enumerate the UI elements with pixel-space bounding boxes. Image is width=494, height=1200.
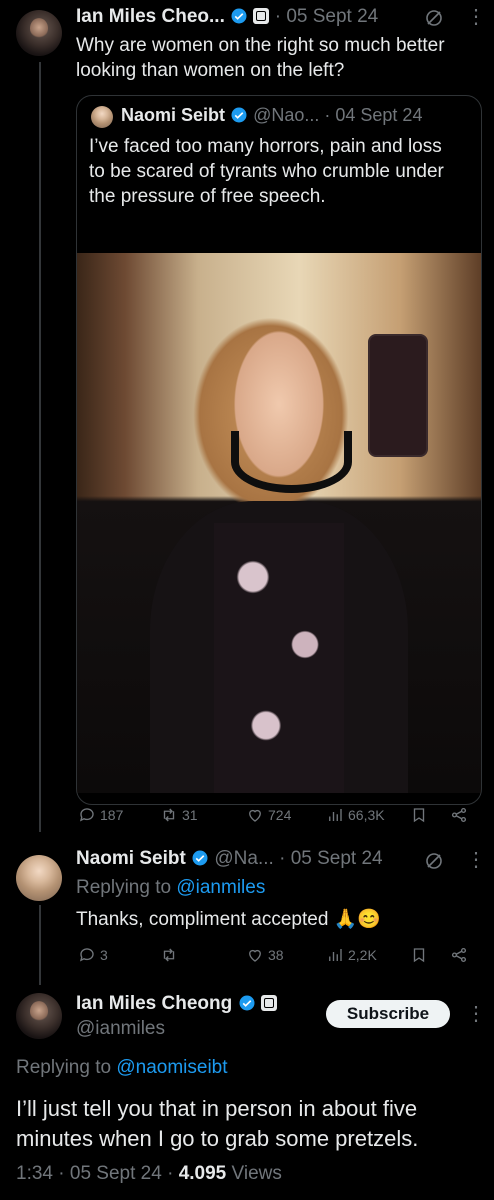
like-icon [249,809,261,822]
tweet2-header: Naomi Seibt @Na... · 05 Sept 24 [76,848,383,869]
tweet1-header: Ian Miles Cheo... · 05 Sept 24 [76,6,379,27]
views-button[interactable]: 2,2K [326,946,377,964]
quote-date: 04 Sept 24 [335,105,423,125]
tweet-text: Thanks, compliment accepted 🙏😊 [76,909,381,930]
tweet-meta: 1:34 · 05 Sept 24 · 4.095 Views [16,1163,282,1184]
author-handle[interactable]: @Na... [214,848,273,869]
affiliate-badge-icon [253,8,270,24]
tweet-text: Why are women on the right so much bette… [76,35,445,81]
photo-headphones [230,431,352,494]
bookmark-icon[interactable] [410,946,428,964]
share-icon[interactable] [450,806,468,824]
repost-icon [163,948,175,962]
reply-count: 187 [100,807,124,823]
like-button[interactable]: 724 [246,806,291,824]
replying-to-link[interactable]: @naomiseibt [116,1057,227,1078]
tweet-date[interactable]: 05 Sept 24 [70,1163,162,1184]
verified-icon [231,107,247,123]
photo-phone [367,334,429,457]
avatar-ian[interactable] [16,993,62,1039]
share-icon[interactable] [450,946,468,964]
views-count: 2,2K [348,947,377,963]
reply-count: 3 [100,947,108,963]
author-handle[interactable]: @ianmiles [76,1018,165,1040]
views-label: Views [231,1163,282,1184]
repost-count: 31 [182,807,198,823]
bookmark-icon[interactable] [410,806,428,824]
quote-text: I’ve faced too many horrors, pain and lo… [89,136,444,207]
replying-to-link[interactable]: @ianmiles [176,877,265,898]
repost-button[interactable] [160,946,182,964]
views-total: 4.095 [178,1163,227,1184]
repost-button[interactable]: 31 [160,806,198,824]
affiliate-badge-icon [260,995,277,1011]
avatar-naomi [91,106,113,128]
like-count: 38 [268,947,284,963]
verified-icon [239,995,255,1011]
subscribe-button[interactable]: Subscribe [326,1000,450,1028]
tweet-time[interactable]: 1:34 [16,1163,53,1184]
quote-author-name: Naomi Seibt [121,105,226,125]
author-name[interactable]: Ian Miles Cheo... [76,6,225,27]
repost-icon [163,808,175,822]
replying-to: Replying to @naomiseibt [16,1057,228,1079]
avatar-ian[interactable] [16,10,62,56]
like-button[interactable]: 38 [246,946,284,964]
thread-line [39,905,41,985]
reply-icon [79,948,94,962]
like-count: 724 [268,807,292,823]
quote-handle: @Nao... [253,105,320,125]
author-name[interactable]: Naomi Seibt [76,848,186,869]
main-tweet-text: I’ll just tell you that in person in abo… [16,1096,419,1151]
views-button[interactable]: 66,3K [326,806,385,824]
avatar-naomi[interactable] [16,855,62,901]
replying-prefix: Replying to [76,877,177,898]
photo-dress [214,523,344,793]
verified-icon [231,8,247,24]
views-count: 66,3K [348,807,385,823]
replying-to: Replying to @ianmiles [76,877,265,899]
like-icon [249,949,261,962]
thread-line [39,62,41,832]
grok-icon[interactable] [424,851,444,871]
verified-icon [192,850,208,866]
reply-button[interactable]: 187 [78,806,123,824]
main-header: Ian Miles Cheong [76,993,277,1015]
grok-icon[interactable] [424,8,444,28]
more-icon[interactable]: ⋮ [466,847,486,872]
quoted-tweet[interactable]: Naomi Seibt @Nao... · 04 Sept 24 I’ve fa… [76,95,482,805]
quote-header: Naomi Seibt @Nao... · 04 Sept 24 [121,105,423,125]
author-name[interactable]: Ian Miles Cheong [76,993,232,1014]
reply-button[interactable]: 3 [78,946,108,964]
views-icon [329,949,342,961]
replying-prefix: Replying to [16,1057,117,1078]
more-icon[interactable]: ⋮ [466,1001,486,1026]
views-icon [329,809,342,821]
quote-photo[interactable] [77,253,481,793]
reply-icon [79,808,94,822]
more-icon[interactable]: ⋮ [466,4,486,29]
tweet-date[interactable]: 05 Sept 24 [291,848,383,869]
tweet-date[interactable]: 05 Sept 24 [286,6,378,27]
